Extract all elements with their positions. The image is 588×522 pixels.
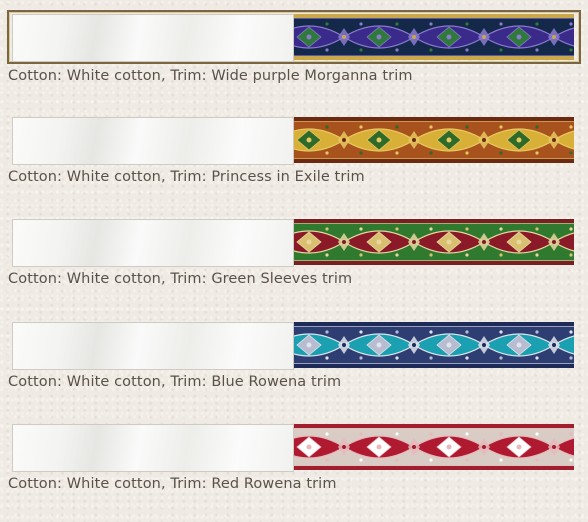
- fabric-option[interactable]: Cotton: White cotton, Trim: Wide purple …: [7, 10, 581, 84]
- option-caption: Cotton: White cotton, Trim: Princess in …: [8, 169, 365, 185]
- swatch-row[interactable]: [8, 421, 576, 473]
- fabric-option[interactable]: Cotton: White cotton, Trim: Blue Rowena …: [8, 319, 580, 390]
- princess-in-exile-trim-swatch[interactable]: [294, 117, 574, 163]
- fabric-option[interactable]: Cotton: White cotton, Trim: Red Rowena t…: [8, 421, 580, 492]
- option-caption: Cotton: White cotton, Trim: Green Sleeve…: [8, 271, 353, 287]
- swatch-row[interactable]: [7, 10, 581, 64]
- swatch-row[interactable]: [8, 216, 576, 268]
- red-rowena-trim-swatch[interactable]: [294, 424, 574, 470]
- fabric-option[interactable]: Cotton: White cotton, Trim: Princess in …: [8, 114, 580, 185]
- green-sleeves-trim-swatch[interactable]: [294, 219, 574, 265]
- fabric-option[interactable]: Cotton: White cotton, Trim: Green Sleeve…: [8, 216, 580, 287]
- white-cotton-swatch[interactable]: [12, 424, 294, 472]
- option-caption: Cotton: White cotton, Trim: Blue Rowena …: [8, 374, 342, 390]
- white-cotton-swatch[interactable]: [12, 322, 294, 370]
- white-cotton-swatch[interactable]: [12, 14, 294, 62]
- white-cotton-swatch[interactable]: [12, 219, 294, 267]
- swatch-row[interactable]: [8, 319, 576, 371]
- option-caption: Cotton: White cotton, Trim: Wide purple …: [8, 68, 413, 84]
- swatch-row[interactable]: [8, 114, 576, 166]
- white-cotton-swatch[interactable]: [12, 117, 294, 165]
- purple-morganna-trim-swatch[interactable]: [294, 14, 574, 60]
- option-caption: Cotton: White cotton, Trim: Red Rowena t…: [8, 476, 337, 492]
- blue-rowena-trim-swatch[interactable]: [294, 322, 574, 368]
